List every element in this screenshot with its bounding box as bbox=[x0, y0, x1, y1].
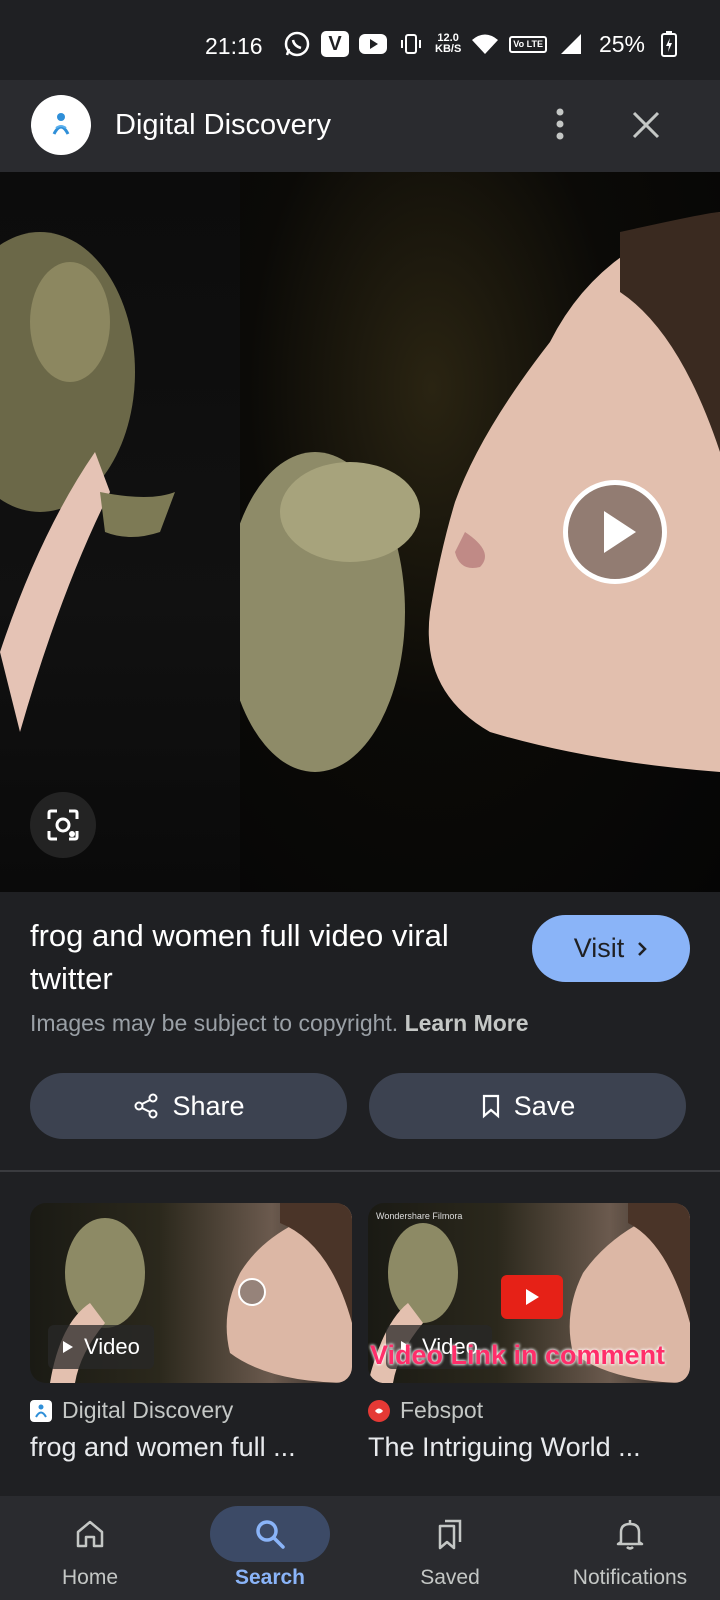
visit-label: Visit bbox=[573, 933, 625, 963]
vimeo-icon: V bbox=[321, 31, 349, 57]
more-options-icon[interactable] bbox=[545, 104, 575, 144]
close-icon[interactable] bbox=[626, 105, 666, 145]
save-button[interactable]: Save bbox=[369, 1073, 686, 1139]
share-button[interactable]: Share bbox=[30, 1073, 347, 1139]
related-result[interactable]: Wondershare Filmora Video Video Link in … bbox=[368, 1203, 690, 1463]
viewer-header: Digital Discovery bbox=[0, 80, 720, 172]
related-title[interactable]: frog and women full ... bbox=[30, 1432, 352, 1463]
related-result[interactable]: Video Digital Discovery frog and women f… bbox=[30, 1203, 352, 1463]
wifi-icon bbox=[471, 30, 499, 58]
related-source-name: Febspot bbox=[400, 1397, 484, 1423]
nav-notifications-label: Notifications bbox=[572, 1566, 688, 1589]
nav-saved-label: Saved bbox=[420, 1566, 480, 1589]
chevron-right-icon bbox=[638, 941, 648, 956]
nav-home-label: Home bbox=[61, 1566, 119, 1589]
preview-left-frame bbox=[0, 172, 240, 892]
related-title[interactable]: The Intriguing World ... bbox=[368, 1432, 690, 1463]
bell-icon bbox=[616, 1520, 644, 1550]
section-divider bbox=[0, 1170, 720, 1172]
image-preview[interactable] bbox=[0, 172, 720, 892]
share-icon bbox=[134, 1093, 158, 1119]
vibrate-icon bbox=[397, 30, 425, 58]
site-logo bbox=[31, 95, 91, 155]
related-thumbnail[interactable]: Wondershare Filmora Video Video Link in … bbox=[368, 1203, 690, 1383]
bookmark-icon bbox=[482, 1094, 499, 1119]
related-thumbnail[interactable]: Video bbox=[30, 1203, 352, 1383]
battery-icon bbox=[655, 30, 683, 58]
copyright-text: Images may be subject to copyright. bbox=[30, 1010, 399, 1036]
digital-discovery-favicon bbox=[30, 1399, 52, 1422]
youtube-play-icon bbox=[501, 1275, 563, 1319]
play-small-icon bbox=[63, 1341, 73, 1353]
visit-button[interactable]: Visit bbox=[532, 915, 690, 982]
play-video-button[interactable] bbox=[563, 480, 667, 584]
related-source: Febspot bbox=[368, 1397, 690, 1424]
bottom-navigation: Home Search Saved Notifications bbox=[0, 1496, 720, 1600]
related-source-name: Digital Discovery bbox=[62, 1397, 234, 1423]
lens-icon bbox=[47, 809, 79, 841]
status-icons: V 12.0 KB/S Vo LTE 25% bbox=[283, 30, 683, 58]
signal-icon bbox=[557, 30, 585, 58]
nav-search-label: Search bbox=[234, 1566, 306, 1589]
network-speed: 12.0 KB/S bbox=[435, 32, 462, 55]
nav-search[interactable]: Search bbox=[180, 1496, 360, 1600]
bookmarks-icon bbox=[438, 1519, 462, 1550]
visual-search-button[interactable] bbox=[30, 792, 96, 858]
youtube-icon bbox=[359, 30, 387, 58]
video-chip: Video bbox=[48, 1325, 154, 1369]
volte-icon: Vo LTE bbox=[509, 35, 547, 53]
image-title: frog and women full video viral twitter bbox=[30, 918, 449, 996]
filmora-watermark: Wondershare Filmora bbox=[376, 1211, 463, 1221]
share-label: Share bbox=[172, 1090, 245, 1121]
play-icon bbox=[238, 1278, 266, 1306]
search-icon bbox=[256, 1520, 285, 1549]
related-source: Digital Discovery bbox=[30, 1397, 352, 1424]
febspot-favicon bbox=[368, 1399, 390, 1422]
video-chip-label: Video bbox=[84, 1334, 140, 1359]
save-label: Save bbox=[513, 1090, 576, 1121]
status-time: 21:16 bbox=[205, 33, 263, 59]
copyright-notice: Images may be subject to copyright. Lear… bbox=[30, 1010, 529, 1037]
site-name: Digital Discovery bbox=[115, 109, 331, 141]
nav-saved[interactable]: Saved bbox=[360, 1496, 540, 1600]
whatsapp-icon bbox=[283, 30, 311, 58]
learn-more-link[interactable]: Learn More bbox=[405, 1010, 529, 1036]
battery-percent: 25% bbox=[598, 30, 645, 57]
nav-home[interactable]: Home bbox=[0, 1496, 180, 1600]
nav-notifications[interactable]: Notifications bbox=[540, 1496, 720, 1600]
home-icon bbox=[76, 1520, 104, 1548]
status-bar: 21:16 V 12.0 KB/S Vo LTE 25% bbox=[0, 0, 720, 80]
thumbnail-overlay-text: Video Link in comment bbox=[370, 1340, 666, 1370]
